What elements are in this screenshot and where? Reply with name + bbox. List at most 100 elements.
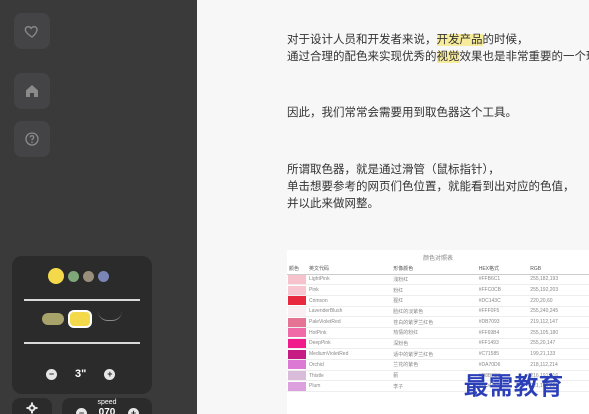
brush-option-large[interactable] [68,310,92,328]
highlight: 视觉 [436,51,460,63]
text-line: 对于设计人员和开发者来说，开发产品的时候， [287,32,589,49]
document-area: 对于设计人员和开发者来说，开发产品的时候， 通过合理的配色来实现优秀的视觉效果也… [197,0,589,414]
color-swatch-cell [287,359,307,371]
increase-button[interactable]: + [104,368,116,380]
table-cell-cn: 猩红 [391,295,477,307]
home-icon [26,85,38,97]
swatch-brown[interactable] [83,270,94,282]
settings-button[interactable] [12,398,52,414]
color-swatch [288,349,306,359]
color-swatch-cell [287,295,307,307]
text-segment: 通过合理的配色来实现优秀的 [287,51,437,63]
table-row: Pink 粉红 #FFC0CB 255,192,203 [287,284,589,296]
duration-stepper: − 3" + [46,368,116,380]
home-button[interactable] [14,73,50,109]
text-line: 单击想要参考的网页们色位置，就能看到出对应的色值， [287,181,575,193]
help-icon [25,132,39,146]
color-swatch-cell [287,316,307,328]
text-segment: 的时候， [482,34,529,46]
color-swatch [288,274,306,284]
color-swatch-cell [287,274,307,286]
swatch-blue[interactable] [98,270,109,282]
table-row: DeepPink 深粉色 #FF1493 255,20,147 [287,338,589,350]
table-cell-en: Orchid [307,359,392,371]
table-cell-rgb: 255,192,203 [528,284,589,296]
table-cell-cn: 适中的紫罗兰红色 [391,348,477,360]
column-header: 英文代码 [307,264,392,275]
table-cell-en: Crimson [307,295,392,307]
highlight: 开发产品 [436,34,483,46]
table-cell-hex: #FFB6C1 [476,274,529,286]
decrease-button[interactable]: − [46,368,57,380]
text-line: 所谓取色器，就是通过滑管（鼠标指针）， [287,164,500,176]
duration-value: 3" [75,368,87,380]
color-swatch-cell [287,327,307,339]
table-cell-rgb: 219,112,147 [528,316,589,328]
paragraph-3: 所谓取色器，就是通过滑管（鼠标指针）， 单击想要参考的网页们色位置，就能看到出对… [287,162,575,213]
color-swatch-cell [287,338,307,350]
table-cell-cn: 浅粉红 [391,274,477,286]
color-picker-panel: − 3" + [12,256,152,394]
table-cell-rgb: 255,105,180 [528,327,589,339]
table-cell-cn: 热情的粉红 [391,327,477,339]
table-cell-rgb: 255,240,245 [528,306,589,318]
brush-option-small[interactable] [42,313,64,325]
color-swatch [288,338,306,348]
speed-increase-button[interactable]: + [128,408,139,414]
table-cell-en: Pink [307,284,392,296]
favorite-button[interactable] [14,13,50,49]
column-header: HEX格式 [476,264,529,275]
text-segment: 效果也是非常重要的一个环节 [459,51,589,63]
table-cell-hex: #DB7093 [476,316,529,328]
color-swatch-cell [287,370,307,382]
table-header: 颜色 英文代码 形像颜色 HEX格式 RGB [287,264,589,275]
table-cell-en: DeepPink [307,338,392,350]
color-swatch [288,381,306,391]
color-swatch-cell [287,284,307,296]
table-cell-en: LightPink [307,274,392,286]
table-cell-en: HotPink [307,327,392,339]
color-swatches [48,268,109,284]
paragraph-1: 对于设计人员和开发者来说，开发产品的时候， 通过合理的配色来实现优秀的视觉效果也… [287,32,589,66]
help-button[interactable] [14,121,50,157]
speed-control: speed − 070 + [62,398,152,414]
table-cell-rgb: 220,20,60 [528,295,589,307]
plus-icon: + [130,408,137,414]
color-swatch-cell [287,380,307,393]
table-cell-en: Plum [307,380,392,393]
text-segment: 对于设计人员和开发者来说， [287,34,437,46]
table-cell-cn: 苍白的紫罗兰红色 [391,316,477,328]
heart-icon [24,25,38,38]
table-cell-en: MediumVioletRed [307,348,392,360]
color-swatch [288,328,306,338]
color-swatch [288,371,306,381]
brush-option-curve[interactable] [98,311,122,321]
table-cell-hex: #FFF0F5 [476,306,529,318]
color-swatch [288,360,306,370]
table-cell-rgb: 255,182,193 [528,274,589,286]
color-swatch [288,306,306,316]
table-title: 颜色对照表 [422,256,453,262]
table-cell-rgb: 199,21,133 [528,348,589,360]
color-swatch-cell [287,306,307,318]
text-line: 因此，我们常常会需要用到取色器这个工具。 [287,107,517,119]
table-row: MediumVioletRed 适中的紫罗兰红色 #C71585 199,21,133 [287,348,589,360]
swatch-yellow[interactable] [48,268,64,284]
table-cell-en: PaleVioletRed [307,316,392,328]
brush-size-options [42,310,122,328]
text-line: 并以此来做网整。 [287,198,379,210]
color-swatch [288,296,306,306]
table-row: LavenderBlush 脸红的淡紫色 #FFF0F5 255,240,245 [287,306,589,318]
swatch-green[interactable] [68,270,79,282]
table-row: PaleVioletRed 苍白的紫罗兰红色 #DB7093 219,112,147 [287,316,589,328]
column-header: RGB [528,264,589,275]
color-swatch [288,317,306,327]
speed-label: speed [97,399,117,406]
watermark: 最需教育 [464,371,564,400]
left-toolbar: − 3" + speed − 070 + [0,0,197,414]
table-cell-cn: 深粉色 [391,338,477,350]
table-row: HotPink 热情的粉红 #FF69B4 255,105,180 [287,327,589,339]
gear-icon [26,402,38,414]
table-cell-cn: 脸红的淡紫色 [391,306,477,318]
table-cell-hex: #C71585 [476,348,529,360]
